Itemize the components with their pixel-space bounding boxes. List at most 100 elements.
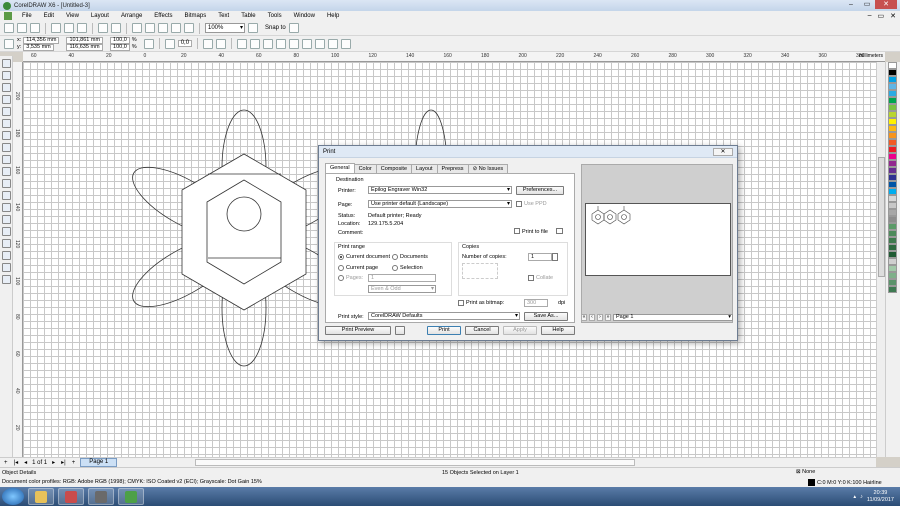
save-icon[interactable]	[30, 23, 40, 33]
open-icon[interactable]	[17, 23, 27, 33]
color-swatch[interactable]	[888, 279, 897, 286]
y-position-input[interactable]: 3,535 mm	[23, 43, 54, 51]
last-page-button[interactable]: ▸|	[60, 459, 67, 466]
page-tab[interactable]: Page 1	[80, 458, 118, 467]
color-swatch[interactable]	[888, 62, 897, 69]
zoom-level-select[interactable]: 100%	[205, 23, 245, 33]
color-swatch[interactable]	[888, 153, 897, 160]
color-swatch[interactable]	[888, 104, 897, 111]
next-page-button[interactable]: ▸	[51, 459, 56, 466]
menu-layout[interactable]: Layout	[85, 13, 115, 19]
color-swatch[interactable]	[888, 272, 897, 279]
taskbar-coreldraw[interactable]	[118, 488, 144, 505]
color-swatch[interactable]	[888, 181, 897, 188]
preview-prev-button[interactable]: ‹	[589, 314, 595, 321]
freehand-tool-icon[interactable]	[2, 107, 11, 116]
printer-select[interactable]: Epilog Engraver Win32	[368, 186, 512, 194]
interactive-fill-tool-icon[interactable]	[2, 275, 11, 284]
options-icon[interactable]	[288, 23, 299, 33]
combine-icon[interactable]	[237, 38, 248, 49]
menu-edit[interactable]: Edit	[38, 13, 60, 19]
vertical-scrollbar[interactable]	[876, 62, 885, 457]
export-icon[interactable]	[158, 23, 168, 33]
full-screen-preview-icon[interactable]	[248, 23, 258, 33]
scroll-thumb[interactable]	[878, 157, 885, 277]
back-minus-front-icon[interactable]	[328, 38, 339, 49]
color-swatch[interactable]	[888, 146, 897, 153]
minimize-button[interactable]: –	[843, 0, 859, 9]
network-icon[interactable]: ▴	[853, 494, 856, 500]
color-swatch[interactable]	[888, 195, 897, 202]
first-page-button[interactable]: |◂	[13, 459, 20, 466]
copies-spinner[interactable]	[552, 253, 558, 261]
color-swatch[interactable]	[888, 132, 897, 139]
basic-shapes-tool-icon[interactable]	[2, 167, 11, 176]
color-swatch[interactable]	[888, 125, 897, 132]
color-swatch[interactable]	[888, 202, 897, 209]
color-swatch[interactable]	[888, 251, 897, 258]
preview-page-select[interactable]: Page 1	[613, 314, 733, 321]
transparency-tool-icon[interactable]	[2, 227, 11, 236]
color-profiles-text[interactable]: Document color profiles: RGB: Adobe RGB …	[2, 479, 262, 485]
outline-pen-tool-icon[interactable]	[2, 251, 11, 260]
color-swatch[interactable]	[888, 97, 897, 104]
menu-tools[interactable]: Tools	[262, 13, 288, 19]
menu-bitmaps[interactable]: Bitmaps	[179, 13, 213, 19]
tab-color[interactable]: Color	[353, 164, 377, 173]
print-style-select[interactable]: CorelDRAW Defaults	[368, 312, 520, 320]
color-swatch[interactable]	[888, 83, 897, 90]
rectangle-tool-icon[interactable]	[2, 131, 11, 140]
taskbar-explorer[interactable]	[28, 488, 54, 505]
color-swatch[interactable]	[888, 258, 897, 265]
new-document-icon[interactable]	[4, 23, 14, 33]
print-to-file-options-arrow[interactable]	[556, 228, 563, 234]
search-content-icon[interactable]	[132, 23, 142, 33]
even-odd-select[interactable]: Even & Odd	[368, 285, 436, 293]
lock-ratio-icon[interactable]	[143, 38, 154, 49]
weld-icon[interactable]	[263, 38, 274, 49]
print-preview-button[interactable]: Print Preview	[325, 326, 391, 335]
color-swatch[interactable]	[888, 216, 897, 223]
object-origin-icon[interactable]	[4, 38, 14, 49]
trim-icon[interactable]	[276, 38, 287, 49]
menu-file[interactable]: File	[16, 13, 38, 19]
tab-composite[interactable]: Composite	[375, 164, 413, 173]
x-position-input[interactable]: 114,356 mm	[23, 36, 60, 44]
doc-close-button[interactable]: ✕	[890, 12, 896, 20]
paste-icon[interactable]	[77, 23, 87, 33]
preview-last-button[interactable]: »	[605, 314, 611, 321]
volume-icon[interactable]: ♪	[860, 494, 863, 500]
selection-radio[interactable]	[392, 265, 398, 271]
print-as-bitmap-checkbox[interactable]	[458, 300, 464, 306]
menu-text[interactable]: Text	[212, 13, 235, 19]
printer-options-icon[interactable]	[395, 326, 405, 335]
text-tool-icon[interactable]	[2, 179, 11, 188]
use-ppd-checkbox[interactable]	[516, 201, 522, 207]
color-swatch[interactable]	[888, 286, 897, 293]
color-swatch[interactable]	[888, 69, 897, 76]
align-distribute-icon[interactable]	[341, 38, 352, 49]
pages-radio[interactable]	[338, 275, 344, 281]
copies-input[interactable]: 1	[528, 253, 552, 261]
connector-tool-icon[interactable]	[2, 203, 11, 212]
front-minus-back-icon[interactable]	[315, 38, 326, 49]
intersect-icon[interactable]	[289, 38, 300, 49]
page-select[interactable]: Use printer default (Landscape)	[368, 200, 512, 208]
ellipse-tool-icon[interactable]	[2, 143, 11, 152]
dpi-input[interactable]: 300	[524, 299, 548, 307]
shape-tool-icon[interactable]	[2, 71, 11, 80]
pick-tool-icon[interactable]	[2, 59, 11, 68]
rotation-angle-input[interactable]: 0,0	[177, 40, 193, 47]
color-swatch[interactable]	[888, 160, 897, 167]
print-button[interactable]: Print	[427, 326, 461, 335]
color-swatch[interactable]	[888, 111, 897, 118]
color-swatch[interactable]	[888, 265, 897, 272]
break-apart-icon[interactable]	[250, 38, 261, 49]
maximize-button[interactable]: ▭	[859, 0, 875, 9]
preview-first-button[interactable]: «	[581, 314, 587, 321]
help-button[interactable]: Help	[541, 326, 575, 335]
taskbar-app-2[interactable]	[58, 488, 84, 505]
color-swatch[interactable]	[888, 167, 897, 174]
horizontal-scrollbar[interactable]	[195, 459, 635, 466]
taskbar-app-3[interactable]	[88, 488, 114, 505]
